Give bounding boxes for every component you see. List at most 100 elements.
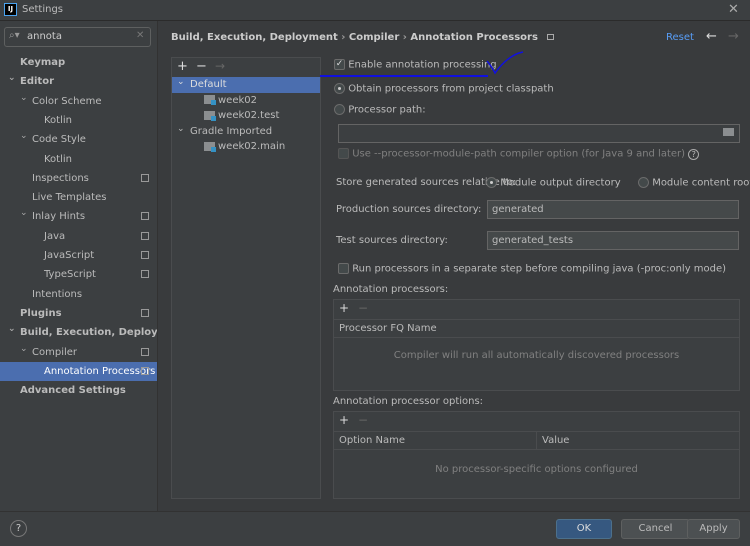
sidebar-item[interactable]: Keymap (0, 53, 157, 72)
processors-label: Annotation processors: (333, 284, 449, 295)
empty-text: Compiler will run all automatically disc… (393, 350, 680, 361)
tree-item[interactable]: ⌄ Gradle Imported (172, 124, 320, 140)
sidebar-item-label: Kotlin (44, 114, 72, 126)
remove-processor-icon: − (358, 301, 369, 315)
sidebar-item-label: Inlay Hints (32, 211, 86, 223)
tree-item[interactable]: week02.main (172, 139, 320, 155)
store-content-label: Module content root (652, 177, 750, 189)
tree-item[interactable]: week02 (172, 93, 320, 109)
sidebar-item-label: Keymap (20, 57, 66, 68)
sidebar-item-label: Live Templates (32, 192, 107, 204)
chevron-down-icon[interactable]: ⌄ (8, 320, 16, 339)
add-option-icon[interactable]: + (339, 413, 349, 427)
tree-item-label: Gradle Imported (190, 125, 273, 137)
apply-button[interactable]: Apply (687, 519, 740, 539)
tree-item[interactable]: week02.test (172, 108, 320, 124)
chevron-down-icon[interactable]: ⌄ (20, 204, 28, 223)
sidebar: ⌕▾ annota ✕ Keymap ⌄ Editor ⌄ Color Scheme Ko… (0, 21, 187, 511)
project-level-icon (141, 173, 149, 182)
profiles-panel: + − → ⌄ Default week02 week02.test ⌄ Gradle I… (171, 57, 321, 499)
ok-button[interactable]: OK (556, 519, 612, 539)
close-icon[interactable]: ✕ (728, 2, 739, 17)
chevron-down-icon[interactable]: ⌄ (20, 127, 28, 146)
obtain-label: Obtain processors from project classpath (348, 83, 554, 95)
sidebar-item[interactable]: TypeScript (0, 265, 157, 284)
separate-step-option[interactable]: Run processors in a separate step before… (338, 263, 726, 275)
store-content-radio[interactable]: Module content root (638, 177, 750, 189)
sidebar-item-label: Code Style (32, 134, 86, 146)
sidebar-item-label: Advanced Settings (20, 385, 126, 397)
breadcrumb-item[interactable]: Compiler (349, 32, 399, 43)
help-icon[interactable]: ? (688, 148, 700, 160)
module-folder-icon (204, 141, 216, 152)
sidebar-item-label: Java (44, 230, 66, 242)
prod-dir-input[interactable]: generated (487, 200, 739, 219)
project-level-icon (141, 231, 149, 240)
search-icon: ⌕▾ (9, 30, 20, 41)
store-output-label: Module output directory (500, 177, 621, 189)
help-button[interactable]: ? (10, 520, 27, 537)
handwritten-checkmark (320, 51, 524, 77)
processor-path-radio[interactable]: Processor path: (334, 104, 426, 116)
sidebar-item[interactable]: Inspections (0, 169, 157, 188)
project-level-icon (141, 270, 149, 279)
chevron-down-icon[interactable]: ⌄ (8, 69, 16, 88)
search-value: annota (27, 31, 62, 42)
sidebar-item[interactable]: Intentions (0, 285, 157, 304)
sidebar-item-label: Plugins (20, 307, 62, 319)
title-bar: IJ Settings ✕ (0, 0, 750, 21)
tree-item-label: week02 (218, 94, 257, 106)
back-arrow-icon[interactable]: ← (706, 29, 717, 44)
sidebar-item[interactable]: ⌄ Compiler (0, 343, 157, 362)
sidebar-item[interactable]: Kotlin (0, 150, 157, 169)
store-output-radio[interactable]: Module output directory (486, 177, 621, 189)
forward-arrow-icon: → (728, 29, 739, 44)
chevron-down-icon[interactable]: ⌄ (20, 89, 28, 108)
sidebar-item-label: Inspections (32, 172, 89, 184)
project-level-icon (141, 212, 149, 221)
sidebar-item[interactable]: Annotation Processors (0, 361, 157, 381)
module-folder-icon (204, 95, 216, 105)
app-logo: IJ (4, 3, 17, 16)
sidebar-item[interactable]: ⌄ Code Style (0, 130, 157, 149)
processor-path-label: Processor path: (348, 104, 426, 116)
chevron-down-icon[interactable]: ⌄ (177, 121, 185, 137)
sidebar-item-label: JavaScript (44, 250, 95, 261)
processor-path-input[interactable] (338, 124, 740, 143)
sidebar-item[interactable]: Plugins (0, 304, 157, 323)
project-level-icon (141, 308, 149, 317)
test-dir-input[interactable]: generated_tests (487, 231, 739, 250)
breadcrumb-item: Annotation Processors (410, 32, 538, 43)
sidebar-item[interactable]: ⌄ Color Scheme (0, 92, 157, 111)
main-panel: Build, Execution, Deployment › Compiler … (157, 21, 750, 511)
footer: ? OK Cancel Apply (0, 511, 750, 546)
obtain-radio[interactable]: Obtain processors from project classpath (334, 83, 554, 95)
sidebar-item[interactable]: ⌄ Inlay Hints (0, 207, 157, 226)
separate-step-checkbox[interactable] (338, 263, 349, 274)
column-header[interactable]: Option Name (334, 431, 537, 450)
search-input[interactable]: ⌕▾ annota ✕ (4, 27, 151, 47)
processors-table: + − Processor FQ Name Compiler will run … (333, 299, 740, 391)
sidebar-item[interactable]: Advanced Settings (0, 381, 157, 400)
column-header[interactable]: Processor FQ Name (334, 319, 739, 338)
breadcrumb: Build, Execution, Deployment › Compiler … (171, 32, 555, 43)
reset-link[interactable]: Reset (666, 32, 694, 43)
window-title: Settings (22, 4, 64, 15)
folder-icon[interactable] (723, 128, 734, 136)
sidebar-item-label: Kotlin (44, 153, 72, 165)
sidebar-item-label: Annotation Processors (44, 365, 156, 377)
remove-option-icon: − (358, 413, 369, 427)
sidebar-item[interactable]: Java (0, 227, 157, 246)
tree-item-label: week02.main (218, 141, 286, 152)
breadcrumb-item[interactable]: Build, Execution, Deployment (171, 32, 338, 43)
sidebar-item-label: Color Scheme (32, 95, 102, 107)
empty-text: No processor-specific options configured (435, 464, 638, 475)
sidebar-item[interactable]: JavaScript (0, 246, 157, 265)
module-folder-icon (204, 110, 216, 121)
add-processor-icon[interactable]: + (339, 301, 349, 315)
column-header[interactable]: Value (537, 431, 739, 450)
cancel-button[interactable]: Cancel (621, 519, 690, 539)
clear-search-icon[interactable]: ✕ (136, 30, 144, 41)
page-icon (547, 34, 555, 40)
chevron-down-icon[interactable]: ⌄ (20, 340, 28, 359)
